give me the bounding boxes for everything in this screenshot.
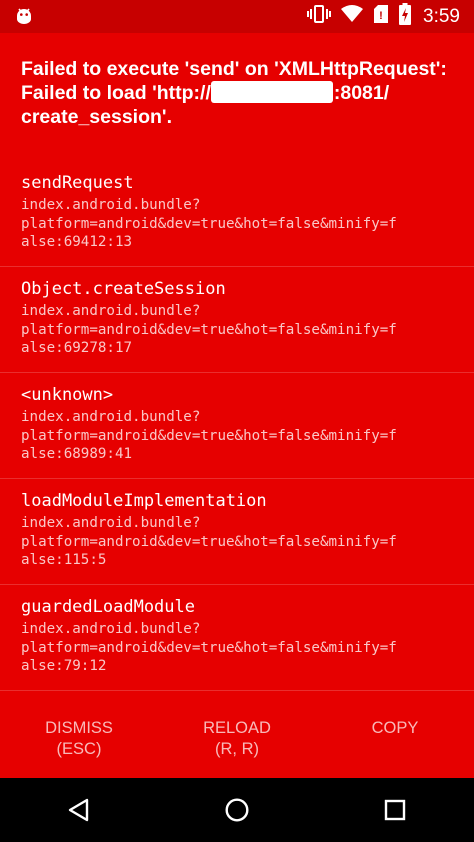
frame-method: loadModuleImplementation [21, 491, 267, 511]
error-message: Failed to execute 'send' on 'XMLHttpRequ… [21, 57, 461, 129]
status-bar: ! 3:59 [0, 0, 474, 33]
frame-method: <unknown> [21, 385, 114, 405]
frame-method: guardedLoadModule [21, 597, 195, 617]
frame-method: Object.createSession [21, 279, 226, 299]
redbox-error-screen: Failed to execute 'send' on 'XMLHttpRequ… [0, 33, 474, 778]
stack-frame[interactable]: <unknown> index.android.bundle? platform… [0, 373, 474, 479]
dismiss-label: DISMISS [45, 719, 113, 737]
stack-frame[interactable]: guardedLoadModule index.android.bundle? … [0, 585, 474, 691]
home-button[interactable] [207, 780, 267, 840]
error-title-line2: Failed to load 'http:// :8081/ [21, 81, 461, 105]
vibrate-icon [307, 4, 332, 29]
navigation-bar [0, 778, 474, 842]
copy-label: COPY [371, 719, 419, 737]
reload-shortcut: (R, R) [215, 740, 259, 758]
frame-file: index.android.bundle? platform=android&d… [21, 621, 397, 675]
back-button[interactable] [49, 780, 109, 840]
android-debug-icon [14, 6, 34, 31]
reload-button[interactable]: RELOAD (R, R) [158, 718, 316, 778]
no-sim-icon: ! [373, 4, 389, 29]
error-title-line1: Failed to execute 'send' on 'XMLHttpRequ… [21, 58, 447, 80]
status-time: 3:59 [423, 5, 460, 27]
frame-file: index.android.bundle? platform=android&d… [21, 409, 397, 463]
error-title-line2-prefix: Failed to load 'http:// [21, 82, 211, 104]
stack-trace: sendRequest index.android.bundle? platfo… [0, 161, 474, 691]
redbox-buttons: DISMISS (ESC) RELOAD (R, R) COPY [0, 718, 474, 778]
frame-file: index.android.bundle? platform=android&d… [21, 303, 397, 357]
wifi-icon [341, 5, 364, 28]
dismiss-button[interactable]: DISMISS (ESC) [0, 718, 158, 778]
svg-text:!: ! [379, 10, 383, 22]
redacted-host [210, 81, 333, 103]
error-title-line2-suffix: :8081/ [333, 82, 390, 104]
recents-button[interactable] [365, 780, 425, 840]
frame-method: sendRequest [21, 173, 134, 193]
frame-file: index.android.bundle? platform=android&d… [21, 197, 397, 251]
reload-label: RELOAD [203, 719, 271, 737]
recents-icon [384, 799, 406, 821]
copy-button[interactable]: COPY [316, 718, 474, 778]
battery-charging-icon [399, 3, 412, 30]
back-icon [68, 798, 89, 822]
stack-frame[interactable]: loadModuleImplementation index.android.b… [0, 479, 474, 585]
dismiss-shortcut: (ESC) [56, 740, 102, 758]
frame-file: index.android.bundle? platform=android&d… [21, 515, 397, 569]
stack-frame[interactable]: Object.createSession index.android.bundl… [0, 267, 474, 373]
error-title-line3: create_session'. [21, 106, 172, 128]
stack-frame[interactable]: sendRequest index.android.bundle? platfo… [0, 161, 474, 267]
home-icon [225, 798, 249, 822]
